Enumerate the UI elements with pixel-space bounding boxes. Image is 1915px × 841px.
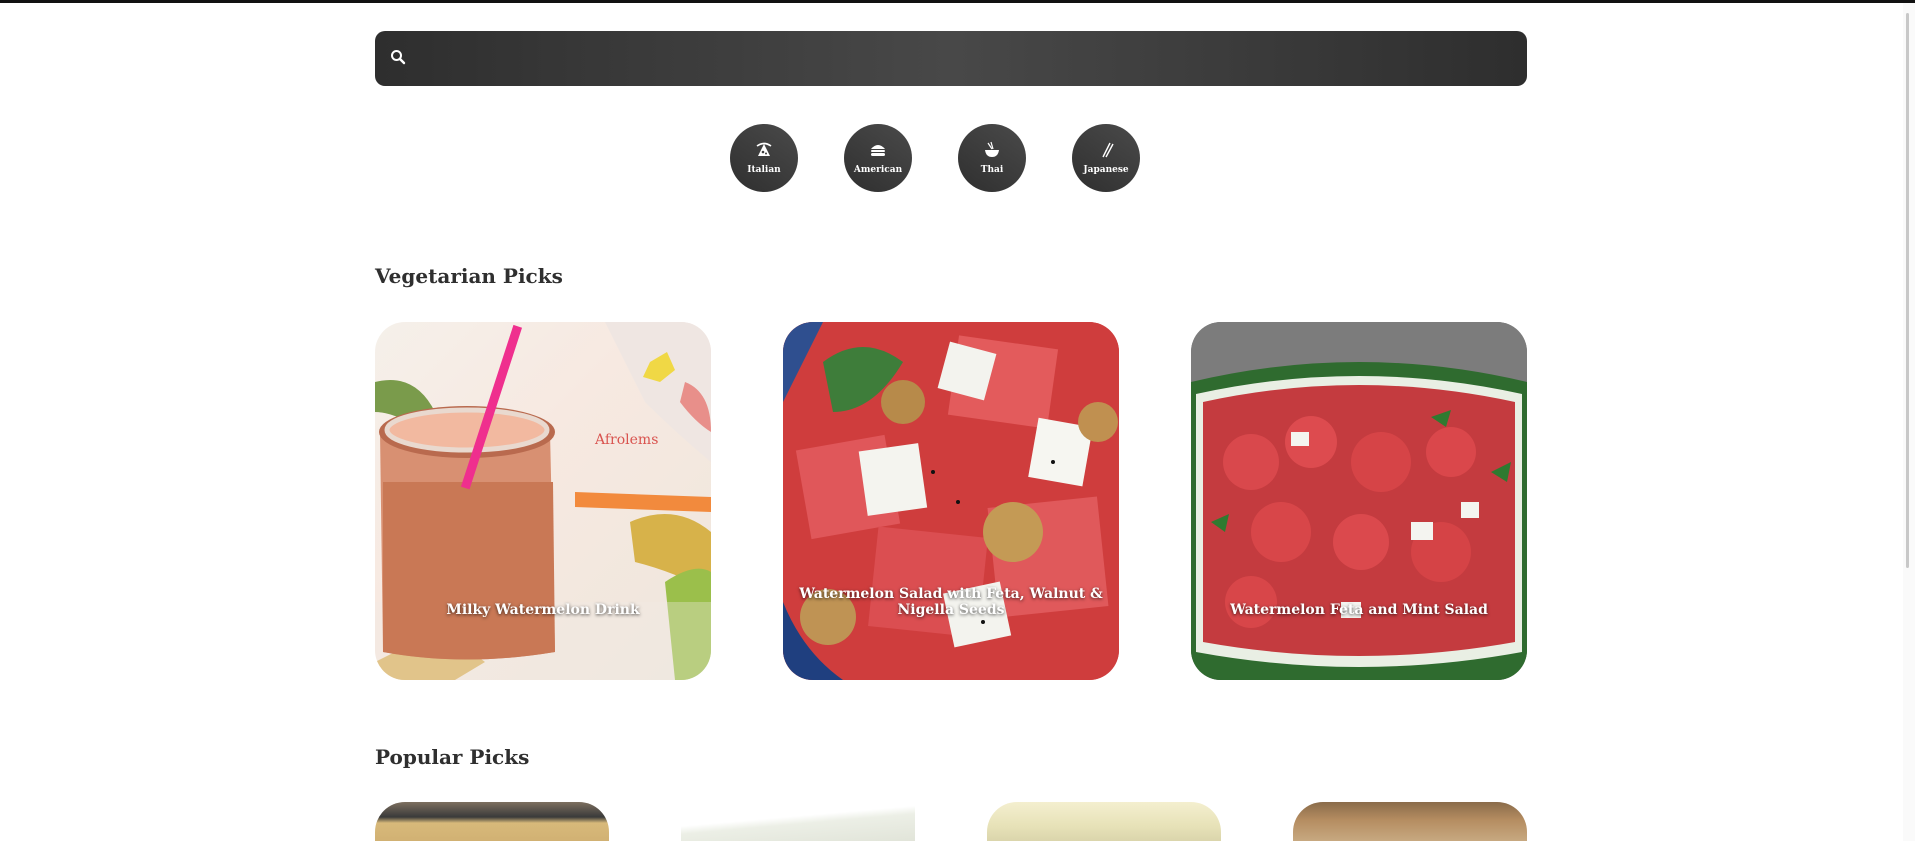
search-icon	[390, 49, 406, 69]
popular-card[interactable]	[681, 802, 915, 841]
cuisine-label: Italian	[747, 165, 781, 175]
popular-card[interactable]	[375, 802, 609, 841]
recipe-image	[1191, 322, 1527, 680]
cuisine-american-button[interactable]: American	[844, 124, 912, 192]
search-input[interactable]	[418, 31, 1527, 86]
section-title-popular: Popular Picks	[375, 745, 530, 769]
noodle-bowl-icon	[983, 141, 1001, 163]
recipe-title: Watermelon Salad with Feta, Walnut & Nig…	[799, 586, 1103, 618]
cuisine-japanese-button[interactable]: Japanese	[1072, 124, 1140, 192]
chopsticks-icon	[1097, 141, 1115, 163]
popular-card[interactable]	[1293, 802, 1527, 841]
cuisine-thai-button[interactable]: Thai	[958, 124, 1026, 192]
cuisine-label: Thai	[980, 165, 1004, 175]
scrollbar-thumb[interactable]	[1906, 13, 1909, 568]
cuisine-label: American	[853, 165, 903, 175]
page-scrollbar[interactable]	[1903, 3, 1915, 841]
burger-icon	[869, 141, 887, 163]
recipe-title: Milky Watermelon Drink	[446, 602, 640, 618]
cuisine-italian-button[interactable]: Italian	[730, 124, 798, 192]
recipe-image	[375, 322, 711, 680]
recipe-card-watermelon-salad-feta-walnut[interactable]: Watermelon Salad with Feta, Walnut & Nig…	[783, 322, 1119, 680]
pizza-icon	[755, 141, 773, 163]
recipe-card-milky-watermelon-drink[interactable]: Afrolems Milky Watermelon Drink	[375, 322, 711, 680]
cuisine-label: Japanese	[1083, 165, 1129, 175]
recipe-card-watermelon-feta-mint-salad[interactable]: Watermelon Feta and Mint Salad	[1191, 322, 1527, 680]
image-watermark: Afrolems	[595, 432, 659, 448]
recipe-title: Watermelon Feta and Mint Salad	[1230, 602, 1488, 618]
section-title-vegetarian: Vegetarian Picks	[375, 264, 563, 288]
window-top-border	[0, 0, 1915, 3]
vegetarian-card-row: Afrolems Milky Watermelon Drink Watermel…	[375, 322, 1527, 680]
cuisine-list: Italian American Thai Japanese	[730, 124, 1140, 192]
popular-card[interactable]	[987, 802, 1221, 841]
search-bar[interactable]	[375, 31, 1527, 86]
recipe-image	[783, 322, 1119, 680]
